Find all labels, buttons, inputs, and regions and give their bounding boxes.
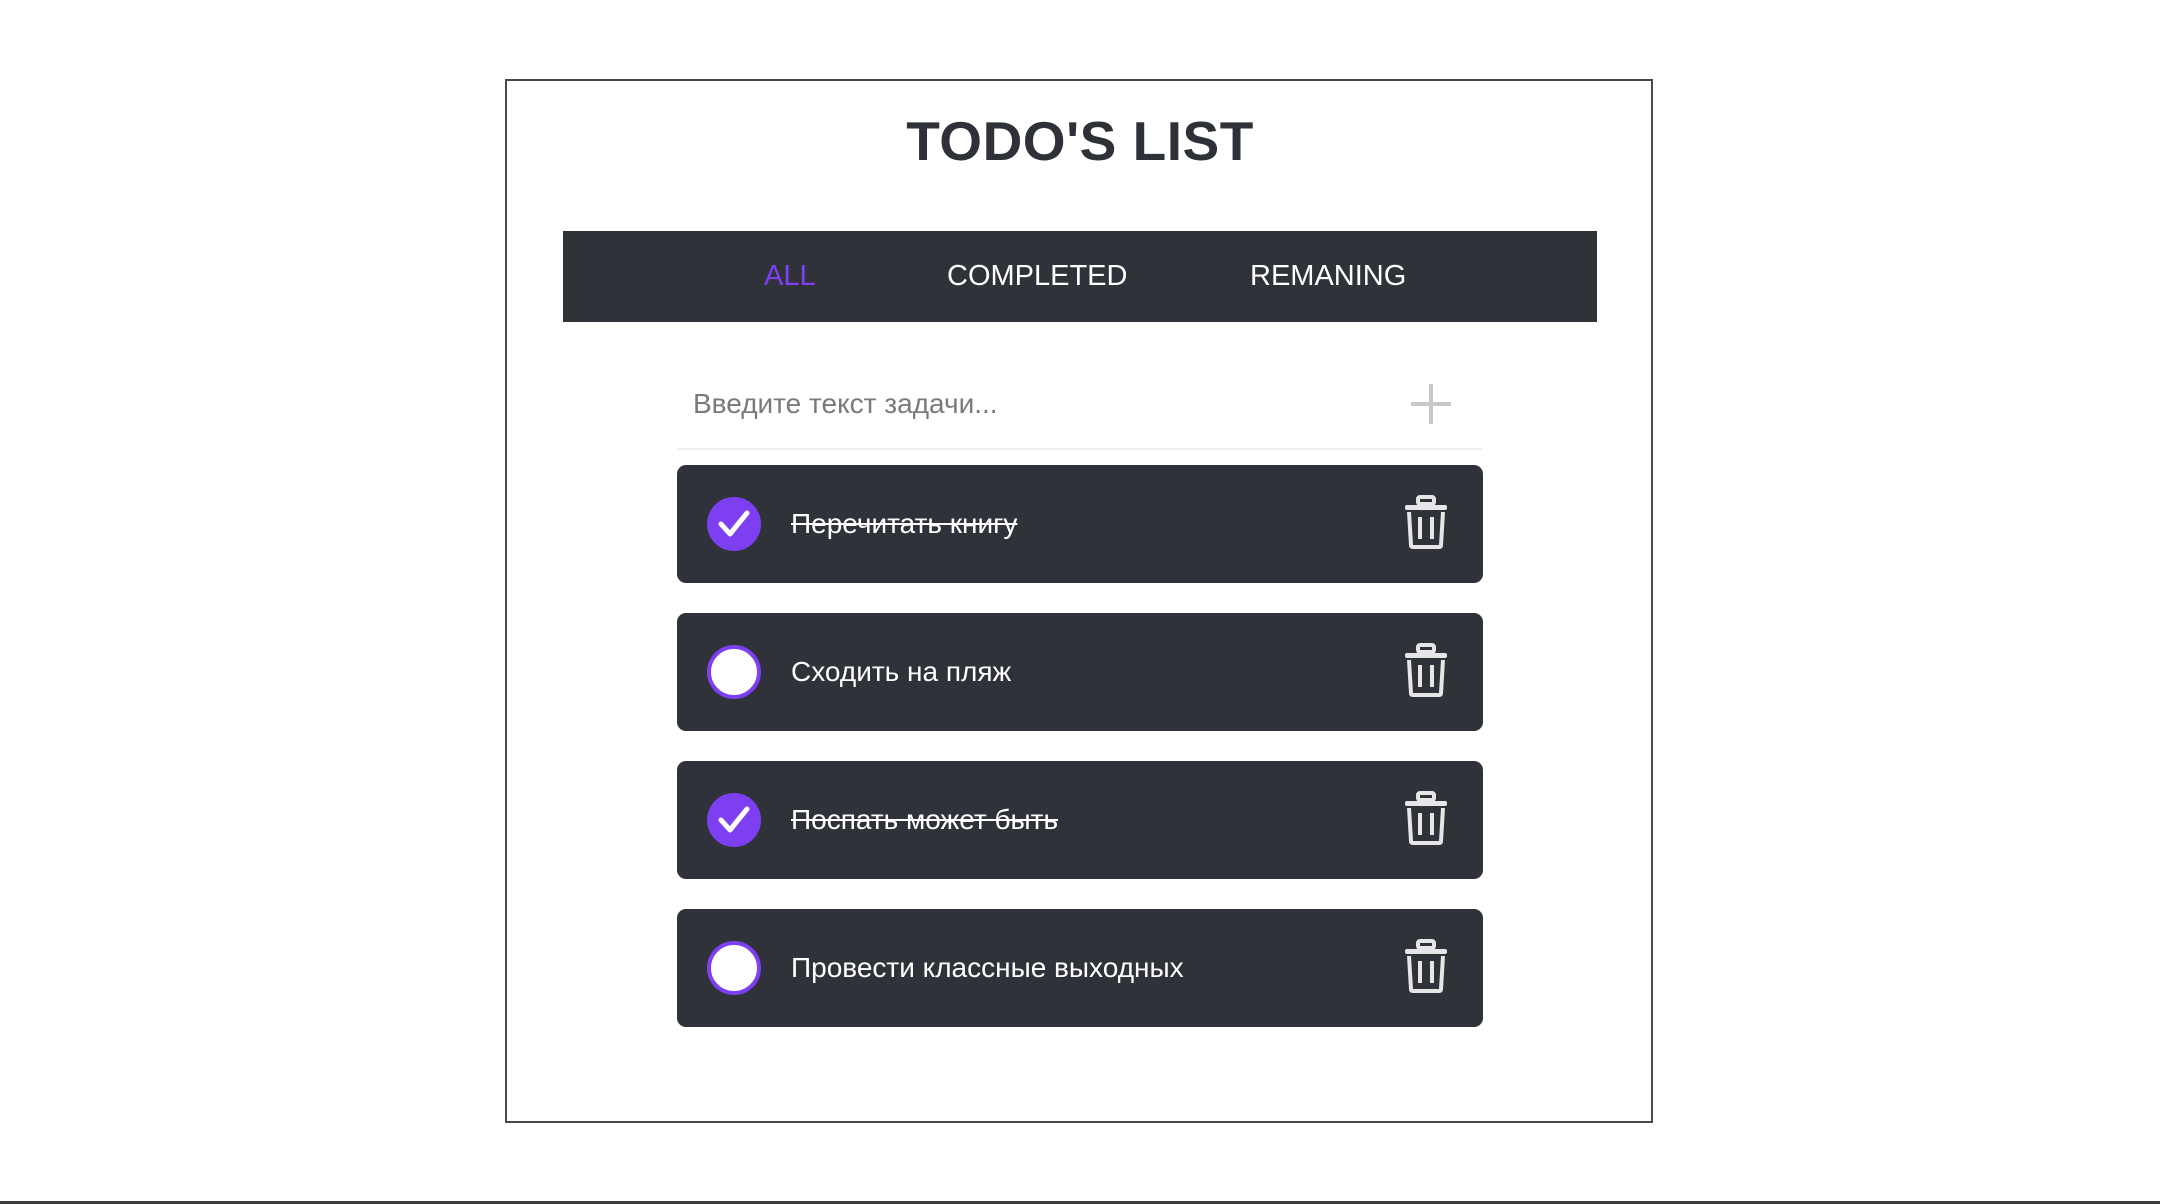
complete-toggle[interactable] bbox=[707, 941, 761, 995]
task-input[interactable] bbox=[693, 374, 1353, 434]
add-task-row bbox=[677, 360, 1482, 450]
trash-icon[interactable] bbox=[1403, 495, 1449, 549]
filter-tabs: ALL COMPLETED REMANING bbox=[563, 231, 1597, 322]
check-icon bbox=[718, 806, 750, 833]
trash-icon[interactable] bbox=[1403, 643, 1449, 697]
tab-completed[interactable]: COMPLETED bbox=[947, 231, 1127, 322]
plus-icon[interactable] bbox=[1405, 378, 1457, 430]
todo-item: Поспать может быть bbox=[677, 761, 1483, 879]
trash-icon[interactable] bbox=[1403, 939, 1449, 993]
todo-text: Поспать может быть bbox=[791, 804, 1059, 835]
check-icon bbox=[718, 510, 750, 537]
page: TODO'S LIST ALL COMPLETED REMANING Переч… bbox=[0, 0, 2160, 1204]
todo-text: Перечитать книгу bbox=[791, 508, 1018, 539]
complete-toggle[interactable] bbox=[707, 793, 761, 847]
todo-item: Сходить на пляж bbox=[677, 613, 1483, 731]
todo-item: Провести классные выходных bbox=[677, 909, 1483, 1027]
tab-all[interactable]: ALL bbox=[764, 231, 816, 322]
todo-list: Перечитать книгу Сходить на пляж Поспать… bbox=[677, 465, 1483, 1057]
todo-item: Перечитать книгу bbox=[677, 465, 1483, 583]
complete-toggle[interactable] bbox=[707, 645, 761, 699]
tab-remaining[interactable]: REMANING bbox=[1250, 231, 1406, 322]
complete-toggle[interactable] bbox=[707, 497, 761, 551]
todo-text: Сходить на пляж bbox=[791, 656, 1012, 687]
trash-icon[interactable] bbox=[1403, 791, 1449, 845]
page-title: TODO'S LIST bbox=[906, 110, 1254, 172]
todo-text: Провести классные выходных bbox=[791, 952, 1184, 983]
